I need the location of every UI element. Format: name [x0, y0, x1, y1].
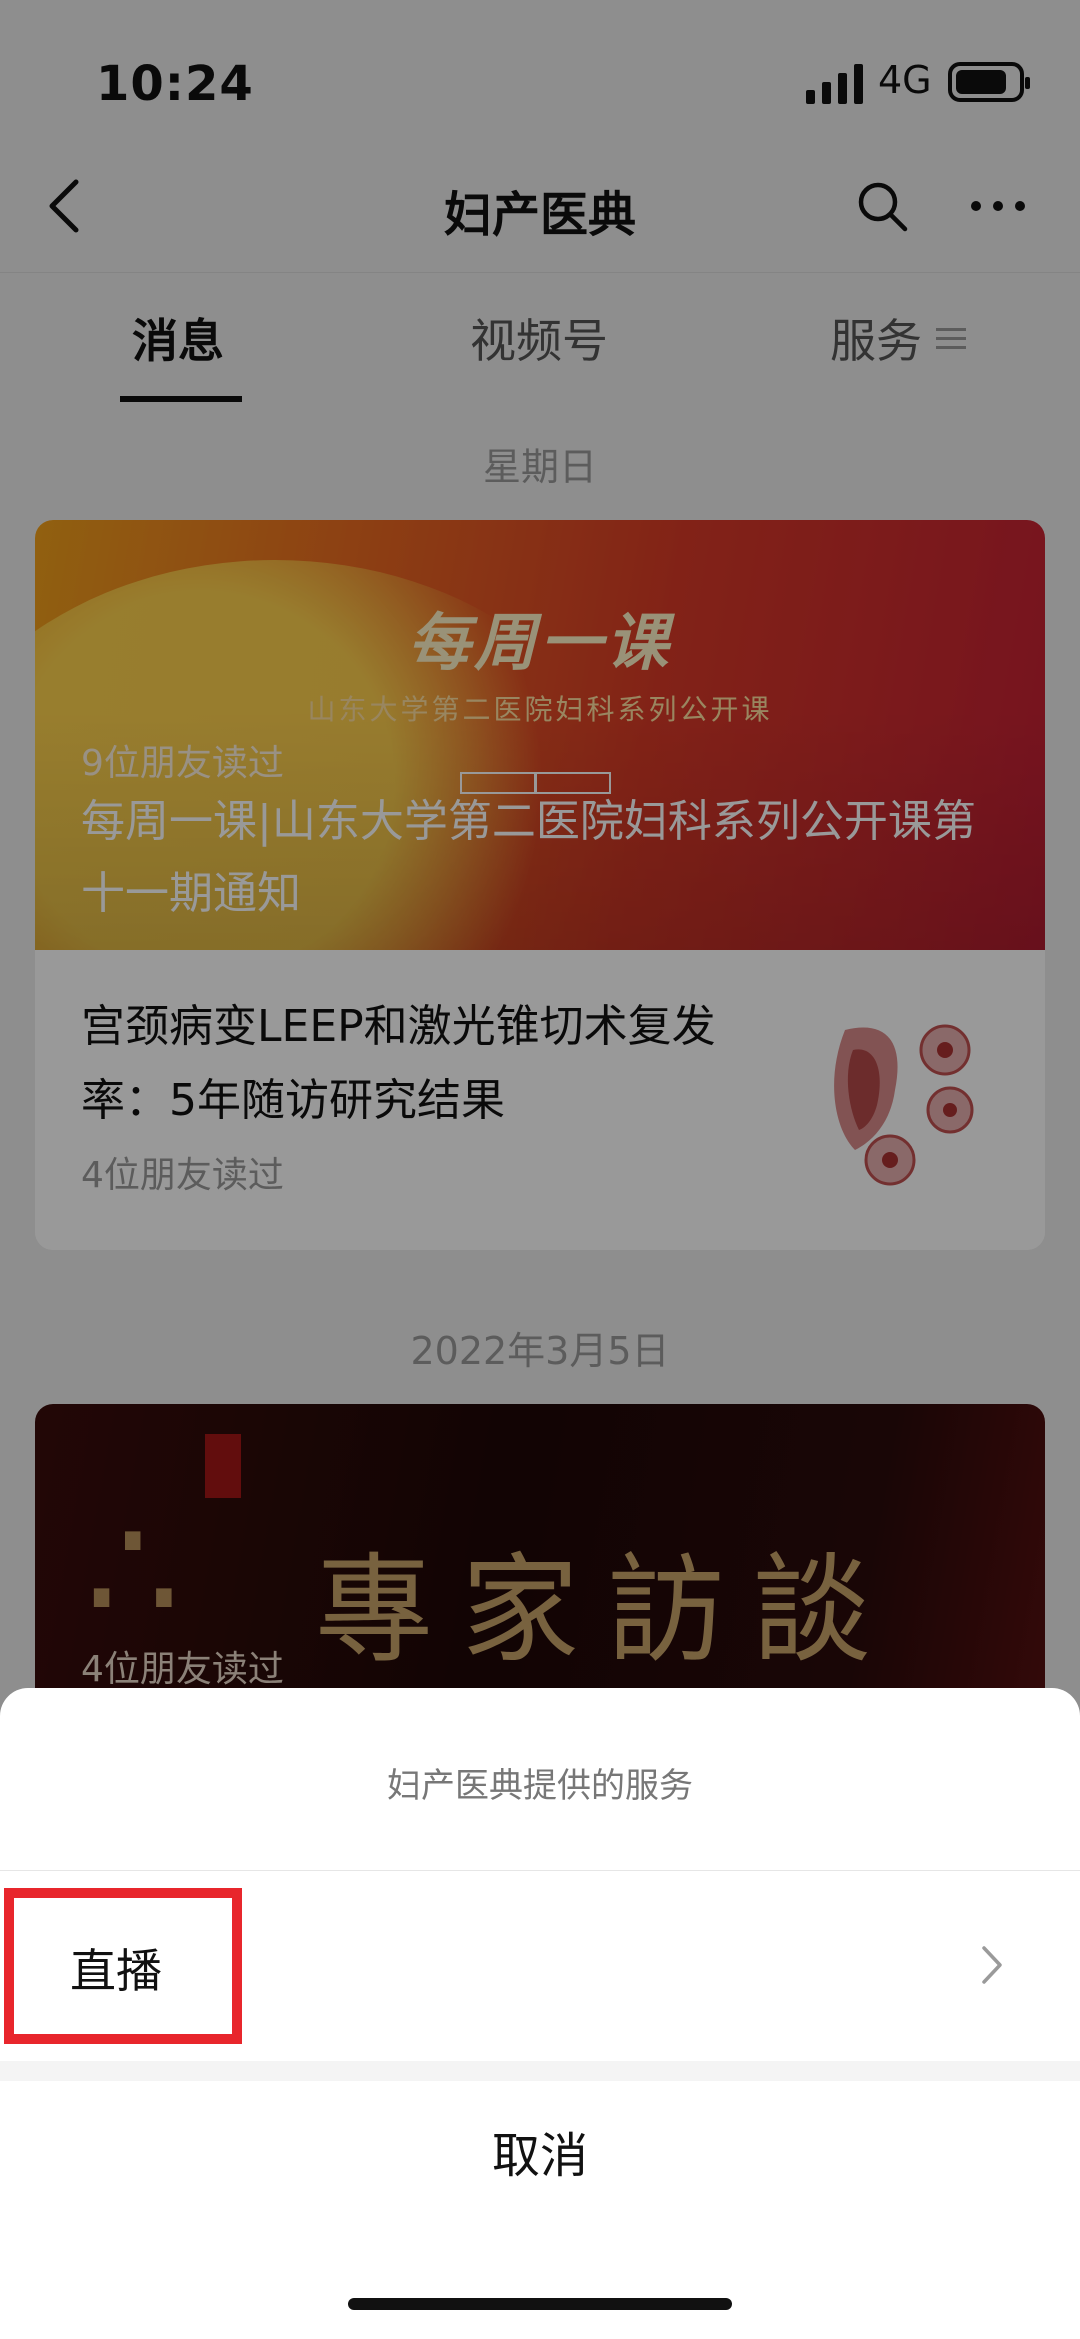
cancel-button[interactable]: 取消: [0, 2081, 1080, 2231]
sheet-gap: [0, 2061, 1080, 2081]
highlight-box: [4, 1888, 242, 2044]
chevron-right-icon: [982, 1946, 1002, 1984]
home-indicator[interactable]: [348, 2298, 732, 2310]
sheet-title: 妇产医典提供的服务: [387, 1766, 693, 1806]
